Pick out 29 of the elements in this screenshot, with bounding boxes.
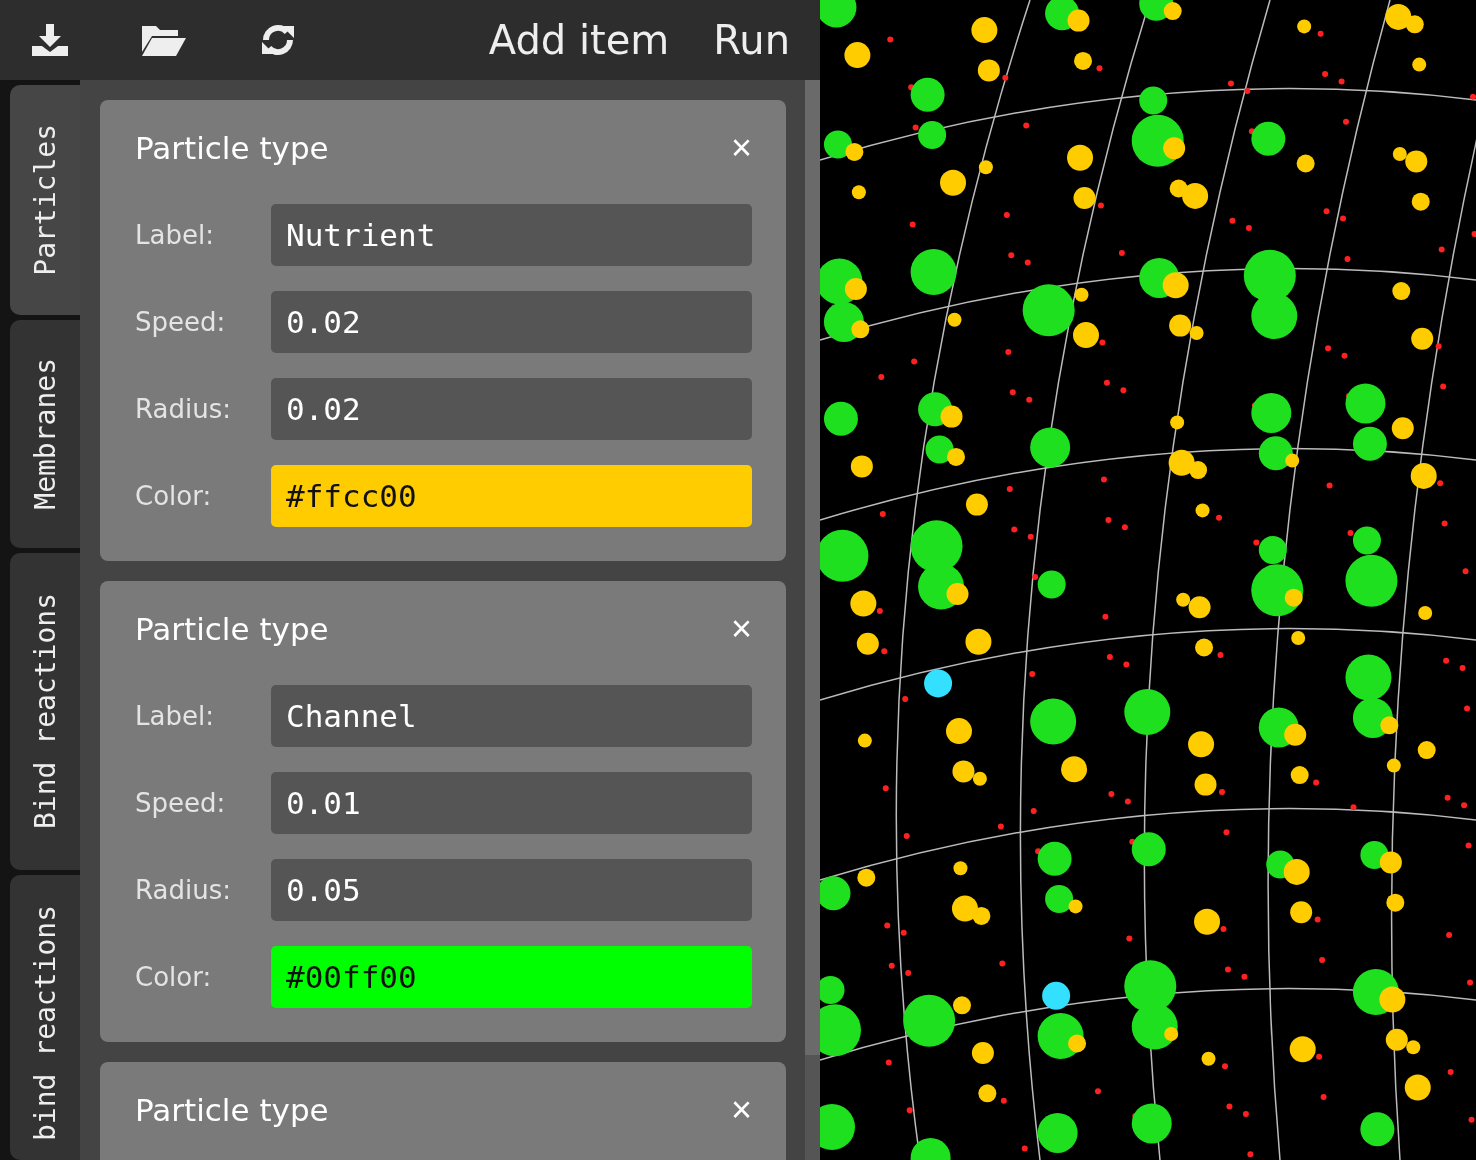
toolbar-button[interactable]: Add item [488, 17, 670, 63]
scrollbar-thumb[interactable] [805, 80, 820, 1055]
close-button[interactable]: × [720, 1089, 752, 1131]
field-label: Label: [135, 701, 215, 731]
field-label: Color: [135, 481, 213, 511]
input-field[interactable]: Nutrient [271, 204, 752, 266]
input-field[interactable]: Channel [271, 685, 752, 747]
input-field[interactable]: 0.02 [271, 291, 752, 353]
card-title: Particle type [135, 611, 329, 647]
close-button[interactable]: × [720, 608, 752, 650]
field-label: Speed: [135, 788, 227, 818]
field-label: Radius: [135, 875, 232, 905]
field-label: Color: [135, 962, 213, 992]
field-label: Speed: [135, 307, 227, 337]
input-field[interactable]: 0.05 [271, 859, 752, 921]
vertical-tab[interactable]: Particles [10, 85, 80, 315]
field-label: Label: [135, 220, 215, 250]
vertical-tab[interactable]: Bind reactions [10, 553, 80, 870]
toolbar-button[interactable]: Run [713, 17, 790, 63]
vertical-tab[interactable]: Membranes [10, 320, 80, 548]
field-label: Radius: [135, 394, 232, 424]
close-button[interactable]: × [720, 127, 752, 169]
card-title: Particle type [135, 1092, 329, 1128]
input-field[interactable]: 0.02 [271, 378, 752, 440]
color-field[interactable]: #00ff00 [271, 946, 752, 1008]
input-field[interactable]: 0.01 [271, 772, 752, 834]
card-title: Particle type [135, 130, 329, 166]
vertical-tab[interactable]: bind reactions [10, 875, 80, 1160]
color-field[interactable]: #ffcc00 [271, 465, 752, 527]
